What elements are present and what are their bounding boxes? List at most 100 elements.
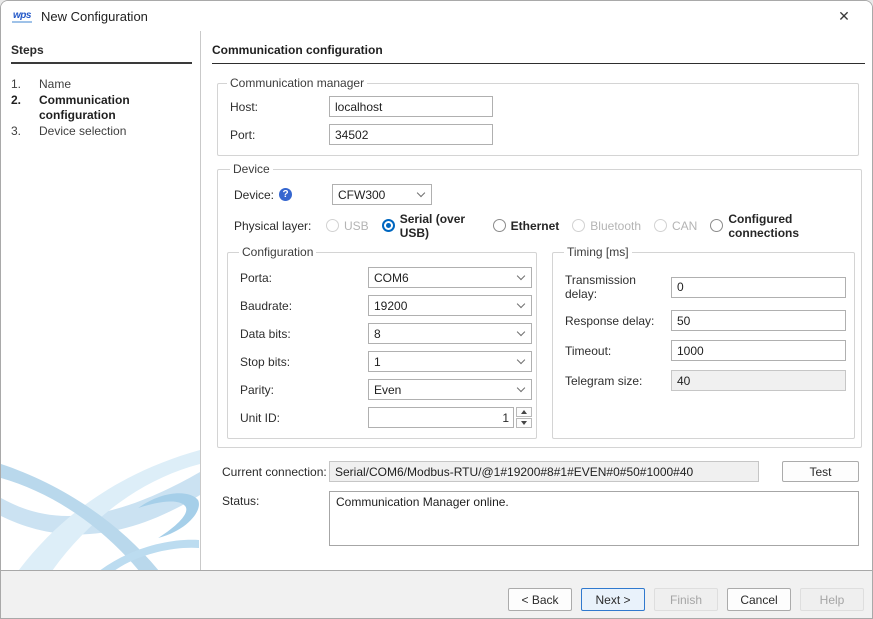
unit-id-label: Unit ID: (236, 411, 368, 425)
step-item-communication-configuration: 2. Communication configuration (1, 93, 200, 124)
spin-up-button[interactable] (516, 407, 532, 417)
radio-label: USB (344, 219, 369, 233)
device-legend: Device (230, 162, 273, 176)
status-row: Status: Communication Manager online. (212, 491, 859, 546)
chevron-down-icon (417, 189, 425, 197)
back-button[interactable]: < Back (508, 588, 572, 611)
transmission-delay-label: Transmission delay: (561, 273, 671, 301)
status-label: Status: (212, 491, 329, 508)
radio-ethernet[interactable]: Ethernet (493, 219, 560, 233)
chevron-down-icon (517, 356, 525, 364)
radio-usb: USB (326, 219, 369, 233)
radio-selected-icon (382, 219, 395, 232)
page-title: Communication configuration (212, 43, 865, 64)
radio-serial-over-usb[interactable]: Serial (over USB) (382, 212, 480, 240)
cancel-button[interactable]: Cancel (727, 588, 791, 611)
telegram-size-label: Telegram size: (561, 374, 671, 388)
porta-select-value: COM6 (374, 271, 409, 285)
device-select-value: CFW300 (338, 188, 385, 202)
radio-circle-icon (654, 219, 667, 232)
host-input[interactable]: localhost (329, 96, 493, 117)
radio-configured-connections[interactable]: Configured connections (710, 212, 842, 240)
stop-bits-label: Stop bits: (236, 355, 368, 369)
chevron-down-icon (517, 328, 525, 336)
unit-id-stepper[interactable]: 1 (368, 407, 532, 428)
new-configuration-dialog: wps New Configuration ✕ Steps 1. Name 2.… (0, 0, 873, 619)
device-select[interactable]: CFW300 (332, 184, 432, 205)
stop-bits-select[interactable]: 1 (368, 351, 532, 372)
steps-list: 1. Name 2. Communication configuration 3… (1, 77, 200, 140)
communication-manager-legend: Communication manager (227, 76, 367, 90)
port-input[interactable]: 34502 (329, 124, 493, 145)
baudrate-select-value: 19200 (374, 299, 407, 313)
spinner-buttons (516, 407, 532, 428)
parity-label: Parity: (236, 383, 368, 397)
step-number: 2. (11, 93, 39, 123)
device-label: Device: (234, 188, 274, 202)
step-number: 1. (11, 77, 39, 92)
port-label: Port: (224, 128, 329, 142)
radio-label: Configured connections (728, 212, 842, 240)
chevron-down-icon (517, 384, 525, 392)
radio-circle-icon (493, 219, 506, 232)
timeout-input[interactable]: 1000 (671, 340, 846, 361)
chevron-down-icon (517, 272, 525, 280)
steps-heading: Steps (11, 43, 192, 64)
radio-label: CAN (672, 219, 697, 233)
data-bits-select-value: 8 (374, 327, 381, 341)
title-bar[interactable]: wps New Configuration ✕ (1, 1, 872, 31)
spin-down-button[interactable] (516, 418, 532, 428)
next-button[interactable]: Next > (581, 588, 645, 611)
window-title: New Configuration (41, 9, 148, 24)
response-delay-input[interactable]: 50 (671, 310, 846, 331)
step-number: 3. (11, 124, 39, 139)
stop-bits-select-value: 1 (374, 355, 381, 369)
step-item-name: 1. Name (1, 77, 200, 93)
timeout-label: Timeout: (561, 344, 671, 358)
baudrate-select[interactable]: 19200 (368, 295, 532, 316)
response-delay-label: Response delay: (561, 314, 671, 328)
radio-can: CAN (654, 219, 697, 233)
telegram-size-field: 40 (671, 370, 846, 391)
communication-manager-group: Communication manager Host: localhost Po… (217, 76, 859, 156)
finish-button: Finish (654, 588, 718, 611)
footer-bar: < Back Next > Finish Cancel Help (1, 570, 872, 618)
configuration-group: Configuration Porta: COM6 Baudrate: 1920… (227, 245, 537, 439)
step-label: Communication configuration (39, 93, 194, 123)
radio-label: Bluetooth (590, 219, 641, 233)
test-button[interactable]: Test (782, 461, 859, 482)
main-panel: Communication configuration Communicatio… (202, 31, 872, 570)
sidebar-decoration (1, 420, 200, 570)
parity-select[interactable]: Even (368, 379, 532, 400)
step-label: Device selection (39, 124, 194, 139)
current-connection-field: Serial/COM6/Modbus-RTU/@1#19200#8#1#EVEN… (329, 461, 759, 482)
help-button: Help (800, 588, 864, 611)
current-connection-label: Current connection: (212, 465, 329, 479)
physical-layer-label: Physical layer: (227, 219, 326, 233)
device-group: Device Device: ? CFW300 Physical layer: … (217, 162, 862, 448)
baudrate-label: Baudrate: (236, 299, 368, 313)
porta-select[interactable]: COM6 (368, 267, 532, 288)
radio-circle-icon (710, 219, 723, 232)
radio-label: Ethernet (511, 219, 560, 233)
help-icon[interactable]: ? (279, 188, 292, 201)
configuration-legend: Configuration (239, 245, 316, 259)
current-connection-row: Current connection: Serial/COM6/Modbus-R… (212, 461, 859, 482)
triangle-down-icon (521, 421, 527, 425)
wps-logo-icon: wps (12, 10, 32, 23)
radio-label: Serial (over USB) (400, 212, 480, 240)
data-bits-select[interactable]: 8 (368, 323, 532, 344)
close-icon[interactable]: ✕ (835, 7, 853, 25)
radio-circle-icon (572, 219, 585, 232)
step-label: Name (39, 77, 194, 92)
radio-bluetooth: Bluetooth (572, 219, 641, 233)
parity-select-value: Even (374, 383, 401, 397)
steps-sidebar: Steps 1. Name 2. Communication configura… (1, 31, 201, 570)
transmission-delay-input[interactable]: 0 (671, 277, 846, 298)
unit-id-value[interactable]: 1 (368, 407, 514, 428)
timing-legend: Timing [ms] (564, 245, 632, 259)
data-bits-label: Data bits: (236, 327, 368, 341)
chevron-down-icon (517, 300, 525, 308)
triangle-up-icon (521, 410, 527, 414)
host-label: Host: (224, 100, 329, 114)
